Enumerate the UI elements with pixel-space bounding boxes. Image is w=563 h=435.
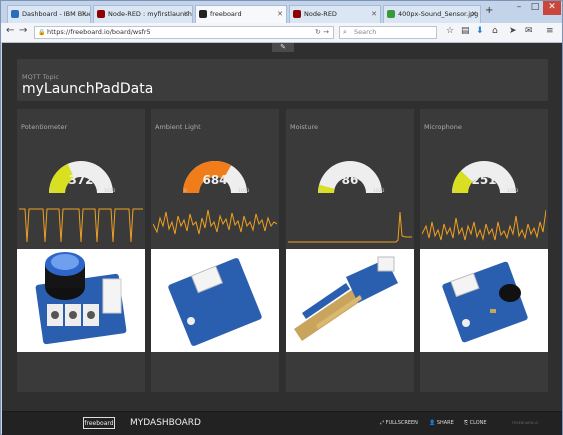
bookmark-star-icon[interactable]: ☆ xyxy=(446,26,454,36)
sparkline xyxy=(288,211,412,243)
gauge-min: 0 xyxy=(453,189,456,194)
tab-freeboard[interactable]: freeboard ✕ xyxy=(195,5,287,23)
maximize-icon[interactable]: □ xyxy=(527,1,543,15)
gauge-value: 372 xyxy=(68,173,94,187)
tab-sound-sensor-image[interactable]: 400px-Sound_Sensor.jpg ... ✕ xyxy=(383,5,481,23)
tab-node-red-flow[interactable]: Node-RED : myfirstlaunchpa... ✕ xyxy=(93,5,193,23)
close-icon[interactable]: ✕ xyxy=(471,6,477,23)
sound-sensor-photo xyxy=(420,249,548,352)
card-ambient-light: Ambient Light 684 0 1023 xyxy=(151,109,279,392)
tab-node-red[interactable]: Node-RED ✕ xyxy=(289,5,381,23)
ibm-favicon-icon xyxy=(11,10,19,18)
clone-button[interactable]: ⎘ CLONE xyxy=(464,420,487,426)
gauge xyxy=(49,161,113,193)
clone-icon: ⎘ xyxy=(464,420,469,426)
settings-wrench-icon[interactable]: ✎ xyxy=(272,43,294,52)
topic-label: MQTT Topic xyxy=(22,73,59,81)
gauge xyxy=(452,161,516,193)
gauge xyxy=(183,161,247,193)
powered-by-text: FREEBOARD.IO xyxy=(512,421,539,425)
gauge-min: 0 xyxy=(50,189,53,194)
gauge-min: 0 xyxy=(184,189,187,194)
fullscreen-icon: ⤢ xyxy=(380,420,385,426)
fullscreen-button[interactable]: ⤢ FULLSCREEN xyxy=(380,420,418,426)
minimize-icon[interactable]: – xyxy=(511,1,527,15)
image-favicon-icon xyxy=(387,10,395,18)
lock-icon: 🔒 xyxy=(38,29,46,36)
tab-bar: Dashboard - IBM Bluemix ✕ Node-RED : myf… xyxy=(1,1,562,23)
freeboard-page: ✎ MQTT Topic myLaunchPadData Potentiomet… xyxy=(2,43,562,435)
send-icon[interactable]: ➤ xyxy=(509,26,517,36)
topic-value: myLaunchPadData xyxy=(22,81,154,97)
chat-icon[interactable]: ✉ xyxy=(525,26,533,36)
gauge xyxy=(318,161,382,193)
gauge-value: 684 xyxy=(202,173,228,187)
node-red-favicon-icon xyxy=(293,10,301,18)
browser-window: Dashboard - IBM Bluemix ✕ Node-RED : myf… xyxy=(0,0,563,435)
gauge-min: 0 xyxy=(319,189,322,194)
card-title: Microphone xyxy=(424,123,462,131)
card-title: Potentiometer xyxy=(21,123,68,131)
close-window-icon[interactable]: ✕ xyxy=(543,1,561,15)
search-icon: ⌕ xyxy=(343,28,347,36)
tab-dashboard-ibm[interactable]: Dashboard - IBM Bluemix ✕ xyxy=(7,5,91,23)
menu-icon[interactable]: ≡ xyxy=(546,26,554,36)
tab-label: freeboard xyxy=(210,10,242,18)
gauge-max: 1023 xyxy=(238,189,250,194)
tab-label: 400px-Sound_Sensor.jpg ... xyxy=(398,10,481,18)
forward-arrow-icon[interactable]: → xyxy=(19,25,27,36)
gauge-max: 1023 xyxy=(373,189,385,194)
search-input[interactable]: ⌕ Search xyxy=(339,26,437,39)
new-tab-plus-icon[interactable]: + xyxy=(485,5,493,16)
freeboard-favicon-icon xyxy=(199,10,207,18)
close-icon[interactable]: ✕ xyxy=(371,6,377,23)
node-red-favicon-icon xyxy=(97,10,105,18)
light-sensor-photo xyxy=(151,249,279,352)
mqtt-topic-panel: MQTT Topic myLaunchPadData xyxy=(17,59,548,101)
tab-label: Node-RED xyxy=(304,10,337,18)
close-icon[interactable]: ✕ xyxy=(183,6,189,23)
url-text: https://freeboard.io/board/wsfr5 xyxy=(47,28,151,36)
bottom-toolbar: freeboard MYDASHBOARD ⤢ FULLSCREEN 👤 SHA… xyxy=(2,411,562,435)
potentiometer-photo xyxy=(17,249,145,352)
card-title: Moisture xyxy=(290,123,318,131)
reading-list-icon[interactable]: ▤ xyxy=(461,26,470,36)
search-placeholder: Search xyxy=(354,28,377,36)
sparkline xyxy=(422,209,546,241)
card-moisture: Moisture 86 0 1023 xyxy=(286,109,414,392)
gauge-max: 1023 xyxy=(104,189,116,194)
dashboard-name: MYDASHBOARD xyxy=(130,418,201,428)
person-icon: 👤 xyxy=(429,420,436,426)
moisture-sensor-photo xyxy=(286,249,414,352)
gauge-value: 86 xyxy=(341,173,359,187)
freeboard-logo[interactable]: freeboard xyxy=(83,417,115,429)
sparkline xyxy=(19,208,143,243)
navigation-bar: ← → 🔒 https://freeboard.io/board/wsfr5 ↻… xyxy=(1,23,562,43)
back-arrow-icon[interactable]: ← xyxy=(6,25,14,36)
tab-label: Node-RED : myfirstlaunchpa... xyxy=(108,10,192,18)
share-button[interactable]: 👤 SHARE xyxy=(429,420,454,426)
download-icon[interactable]: ⬇ xyxy=(476,26,484,36)
gauge-max: 1023 xyxy=(507,189,519,194)
address-bar[interactable]: 🔒 https://freeboard.io/board/wsfr5 ↻ → xyxy=(34,26,334,39)
card-microphone: Microphone 251 0 1023 xyxy=(420,109,548,392)
close-icon[interactable]: ✕ xyxy=(277,6,283,23)
home-icon[interactable]: ⌂ xyxy=(492,26,498,36)
card-title: Ambient Light xyxy=(155,123,201,131)
reload-icon[interactable]: ↻ → xyxy=(315,27,329,38)
close-icon[interactable]: ✕ xyxy=(81,6,87,23)
card-potentiometer: Potentiometer 372 0 1023 xyxy=(17,109,145,392)
sparkline xyxy=(153,209,277,235)
gauge-value: 251 xyxy=(471,173,497,187)
